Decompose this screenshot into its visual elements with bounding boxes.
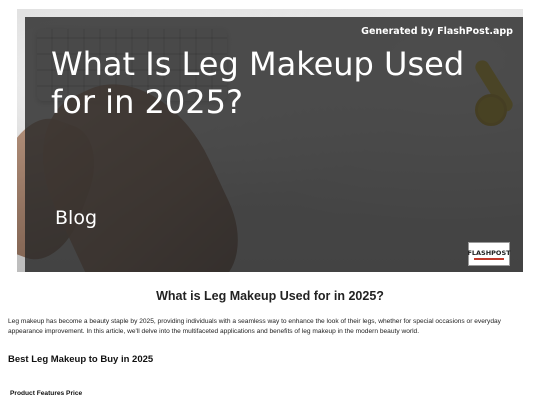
flashpost-logo: FLASHPOST <box>467 242 511 266</box>
hero-title: What Is Leg Makeup Used for in 2025? <box>51 45 465 121</box>
logo-text-post: POST <box>491 248 511 257</box>
product-table-header: Product Features Price <box>10 390 83 397</box>
logo-accent-bar <box>474 257 504 260</box>
hero-banner: Generated by FlashPost.app What Is Leg M… <box>17 9 523 272</box>
logo-text-flash: FLASH <box>467 248 492 257</box>
article-intro: Leg makeup has become a beauty staple by… <box>8 318 501 335</box>
section-heading: Best Leg Makeup to Buy in 2025 <box>8 354 154 365</box>
category-tag: Blog <box>55 207 97 229</box>
generated-by-label: Generated by FlashPost.app <box>361 26 513 37</box>
hero-overlay: Generated by FlashPost.app What Is Leg M… <box>25 17 523 272</box>
article-title: What is Leg Makeup Used for in 2025? <box>156 289 384 303</box>
